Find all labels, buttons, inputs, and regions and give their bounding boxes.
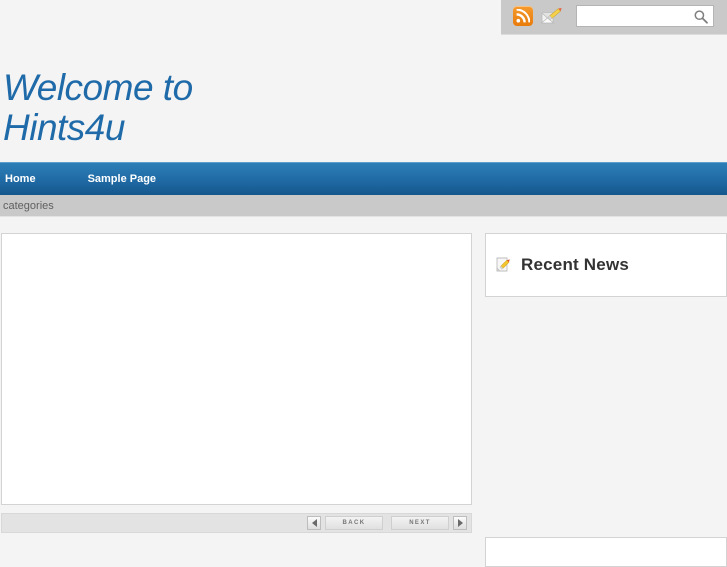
main-navigation: Home Sample Page xyxy=(0,162,727,195)
triangle-left-icon xyxy=(311,519,317,527)
widget-title: Recent News xyxy=(521,255,630,274)
content-pager: BACK NEXT xyxy=(1,513,472,533)
rss-glyph xyxy=(516,8,530,22)
categories-label[interactable]: categories xyxy=(0,200,54,212)
rss-icon[interactable] xyxy=(513,5,533,26)
site-title: Welcome to Hints4u xyxy=(0,68,480,148)
top-toolbar-inner xyxy=(501,0,727,31)
pager-back-button[interactable]: BACK xyxy=(325,516,383,530)
main-content-area xyxy=(1,233,472,505)
triangle-right-icon xyxy=(457,519,463,527)
search-input[interactable] xyxy=(577,5,689,26)
pager-next-button[interactable]: NEXT xyxy=(391,516,449,530)
note-pencil-icon xyxy=(495,256,513,274)
pager-prev-arrow-button[interactable] xyxy=(307,516,321,530)
magnifier-glyph xyxy=(694,9,708,24)
site-title-line1: Welcome to xyxy=(3,67,193,108)
envelope-pencil-glyph xyxy=(540,7,562,23)
widget-secondary xyxy=(485,537,727,567)
nav-item-sample-page[interactable]: Sample Page xyxy=(74,173,170,185)
search-box[interactable] xyxy=(576,4,714,27)
nav-item-home[interactable]: Home xyxy=(0,173,74,185)
top-toolbar xyxy=(501,0,727,35)
categories-bar: categories xyxy=(0,195,727,217)
search-icon[interactable] xyxy=(693,9,709,25)
widget-recent-news: Recent News xyxy=(485,233,727,297)
pager-next-arrow-button[interactable] xyxy=(453,516,467,530)
note-pencil-glyph xyxy=(496,257,510,272)
site-title-line2: Hints4u xyxy=(3,107,125,148)
envelope-pencil-icon[interactable] xyxy=(540,6,565,26)
